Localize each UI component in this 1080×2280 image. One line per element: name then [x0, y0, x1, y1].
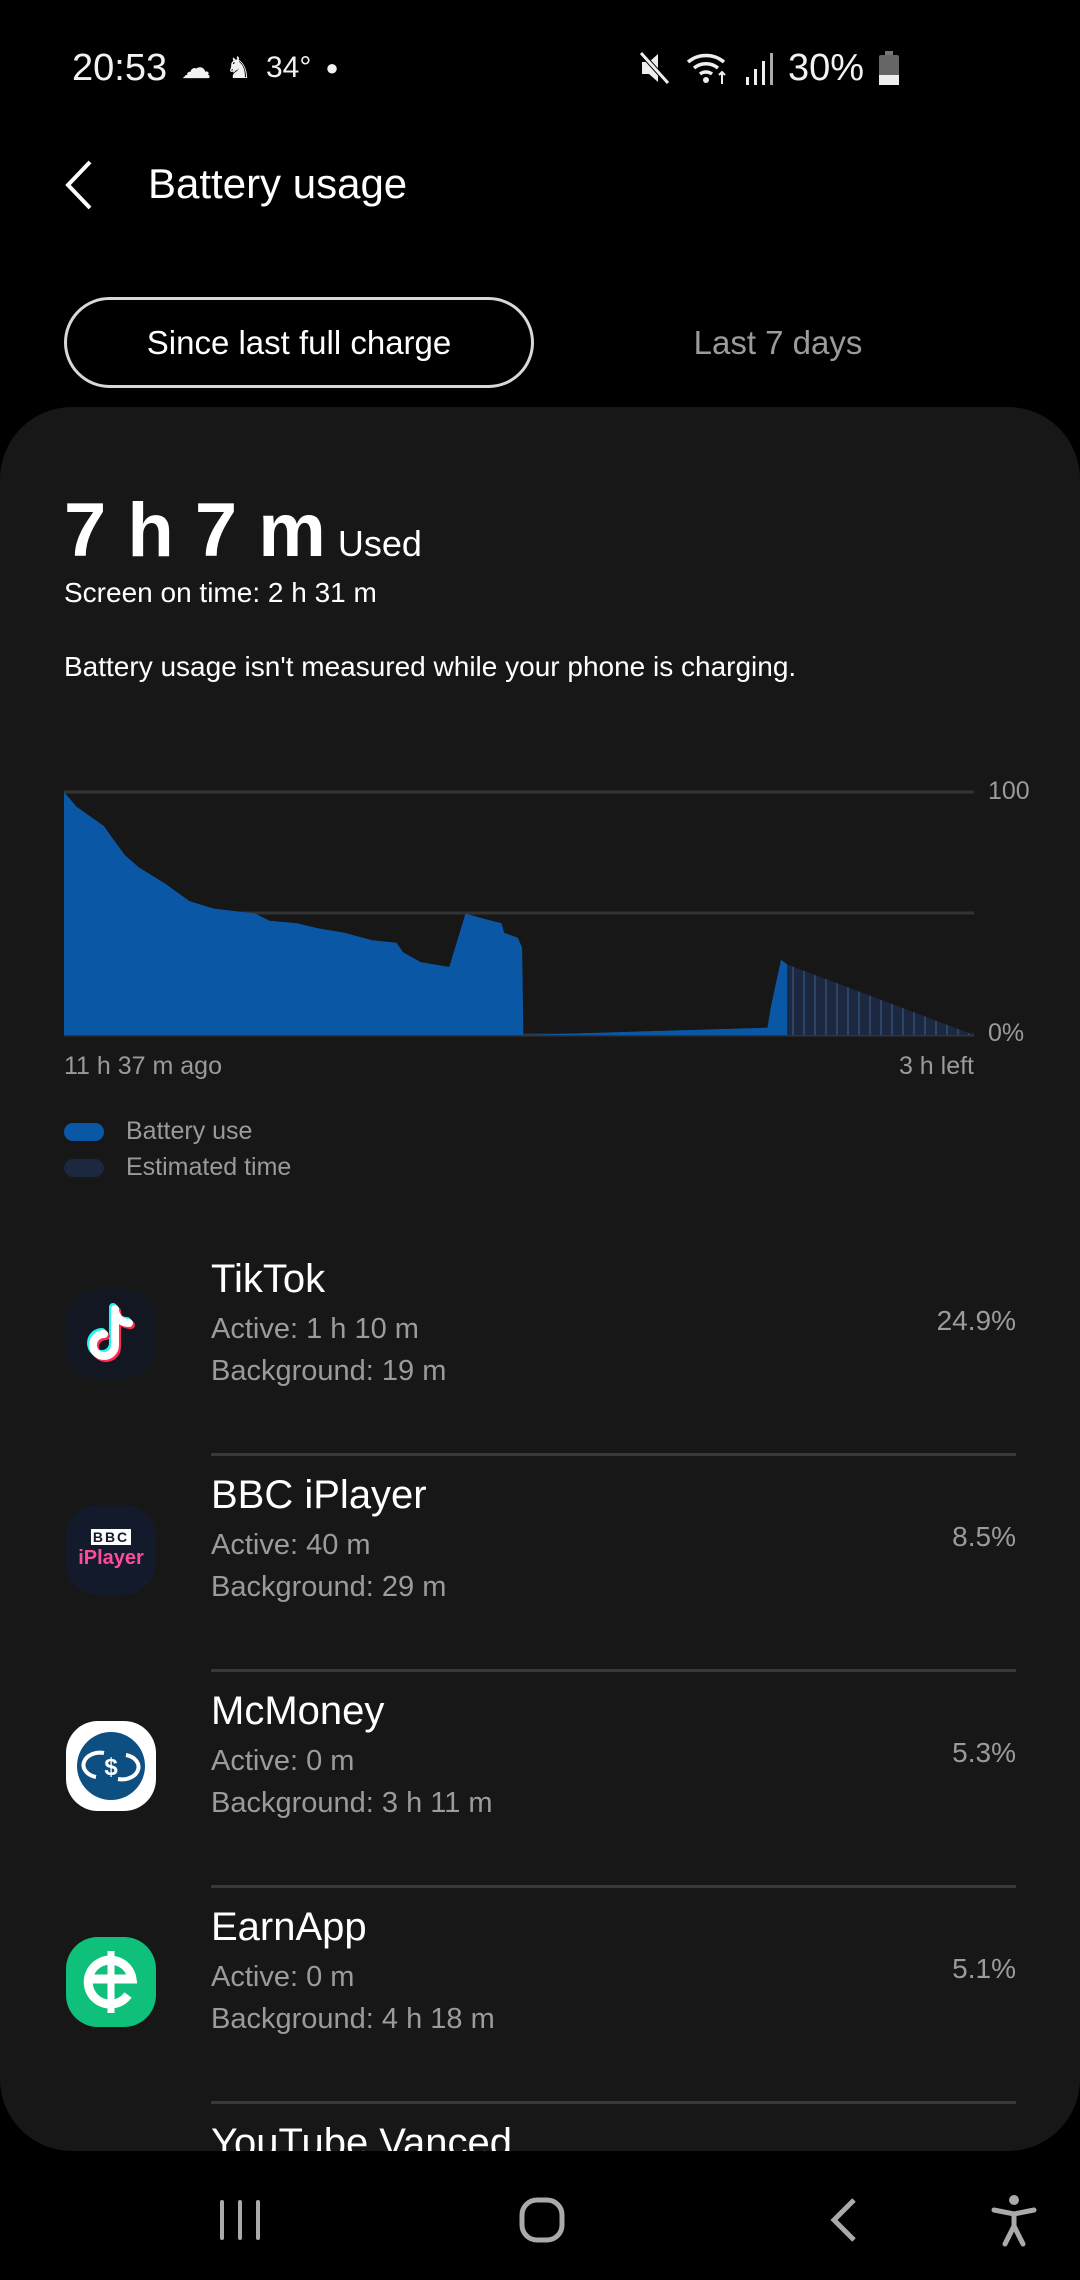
- tab-last-7-days[interactable]: Last 7 days: [600, 297, 956, 388]
- signal-icon: [745, 53, 773, 85]
- used-summary: 7 h 7 m Used: [64, 487, 422, 574]
- app-row-mcmoney[interactable]: $ McMoney Active: 0 m Background: 3 h 11…: [0, 1679, 1080, 1895]
- app-active-time: Active: 40 m: [211, 1529, 371, 1561]
- x-tick-start: 11 h 37 m ago: [64, 1052, 222, 1080]
- earnapp-icon: [66, 1937, 156, 2027]
- weather-icon: ☁: [181, 51, 212, 85]
- legend-swatch: [64, 1122, 104, 1141]
- app-background-time: Background: 29 m: [211, 1571, 447, 1603]
- app-name: YouTube Vanced: [211, 2121, 512, 2151]
- app-list: TikTok Active: 1 h 10 m Background: 19 m…: [0, 1247, 1080, 2151]
- mcmoney-icon: $: [66, 1721, 156, 1811]
- status-bar-left: 20:53 ☁ ♞ 34° ●: [72, 40, 339, 96]
- usage-card: 7 h 7 m Used Screen on time: 2 h 31 m Ba…: [0, 407, 1080, 2151]
- app-background-time: Background: 3 h 11 m: [211, 1787, 493, 1819]
- app-active-time: Active: 0 m: [211, 1745, 355, 1777]
- bbc-iplayer-icon: BBC iPlayer: [66, 1505, 156, 1595]
- legend-estimated-time: Estimated time: [64, 1153, 291, 1182]
- used-time: 7 h 7 m: [64, 488, 326, 573]
- divider: [211, 1669, 1016, 1672]
- page-title: Battery usage: [148, 160, 408, 207]
- notification-icon: ♞: [225, 51, 252, 85]
- wifi-icon: [686, 53, 726, 84]
- tiktok-icon: [66, 1289, 156, 1379]
- back-icon[interactable]: [824, 2196, 864, 2244]
- app-percent: 8.5%: [952, 1521, 1016, 1552]
- battery-percent: 30%: [787, 46, 864, 89]
- app-percent: 5.3%: [952, 1737, 1016, 1768]
- charging-note: Battery usage isn't measured while your …: [64, 651, 797, 682]
- battery-chart: [64, 790, 974, 1037]
- app-active-time: Active: 1 h 10 m: [211, 1313, 419, 1345]
- app-row-tiktok[interactable]: TikTok Active: 1 h 10 m Background: 19 m…: [0, 1247, 1080, 1463]
- app-row-bbc-iplayer[interactable]: BBC iPlayer BBC iPlayer Active: 40 m Bac…: [0, 1463, 1080, 1679]
- divider: [211, 2101, 1016, 2104]
- temperature: 34°: [266, 51, 312, 84]
- app-percent: 24.9%: [936, 1305, 1016, 1336]
- legend-battery-use: Battery use: [64, 1117, 252, 1146]
- dot-icon: ●: [325, 55, 339, 80]
- divider: [211, 1885, 1016, 1888]
- screen-on-time: Screen on time: 2 h 31 m: [64, 577, 377, 608]
- used-label: Used: [337, 523, 422, 564]
- app-name: TikTok: [211, 1257, 326, 1301]
- app-name: BBC iPlayer: [211, 1473, 427, 1517]
- app-percent: 5.1%: [952, 1953, 1016, 1984]
- app-name: EarnApp: [211, 1905, 367, 1949]
- accessibility-icon[interactable]: [990, 2192, 1038, 2248]
- back-button[interactable]: [60, 158, 100, 212]
- x-tick-end: 3 h left: [898, 1052, 974, 1080]
- app-background-time: Background: 4 h 18 m: [211, 2003, 495, 2035]
- divider: [211, 1453, 1016, 1456]
- app-active-time: Active: 0 m: [211, 1961, 355, 1993]
- app-row-earnapp[interactable]: EarnApp Active: 0 m Background: 4 h 18 m…: [0, 1895, 1080, 2111]
- estimated-time-area: [787, 964, 974, 1035]
- status-bar-right: 30%: [638, 40, 900, 96]
- navigation-bar: [0, 2180, 1080, 2260]
- app-background-time: Background: 19 m: [211, 1355, 447, 1387]
- legend-swatch: [64, 1158, 104, 1177]
- tab-since-last-full-charge[interactable]: Since last full charge: [64, 297, 534, 388]
- clock: 20:53: [72, 46, 168, 89]
- app-name: McMoney: [211, 1689, 385, 1733]
- legend-label: Estimated time: [126, 1153, 292, 1181]
- y-tick-100: 100: [988, 777, 1030, 805]
- mute-icon: [639, 51, 670, 85]
- battery-icon: [879, 51, 899, 85]
- app-row-youtube-vanced[interactable]: YouTube Vanced: [0, 2111, 1080, 2151]
- y-tick-0: 0%: [988, 1019, 1025, 1047]
- recents-icon[interactable]: [216, 2196, 264, 2244]
- svg-text:$: $: [104, 1754, 118, 1781]
- legend-label: Battery use: [126, 1117, 253, 1145]
- home-icon[interactable]: [518, 2196, 566, 2244]
